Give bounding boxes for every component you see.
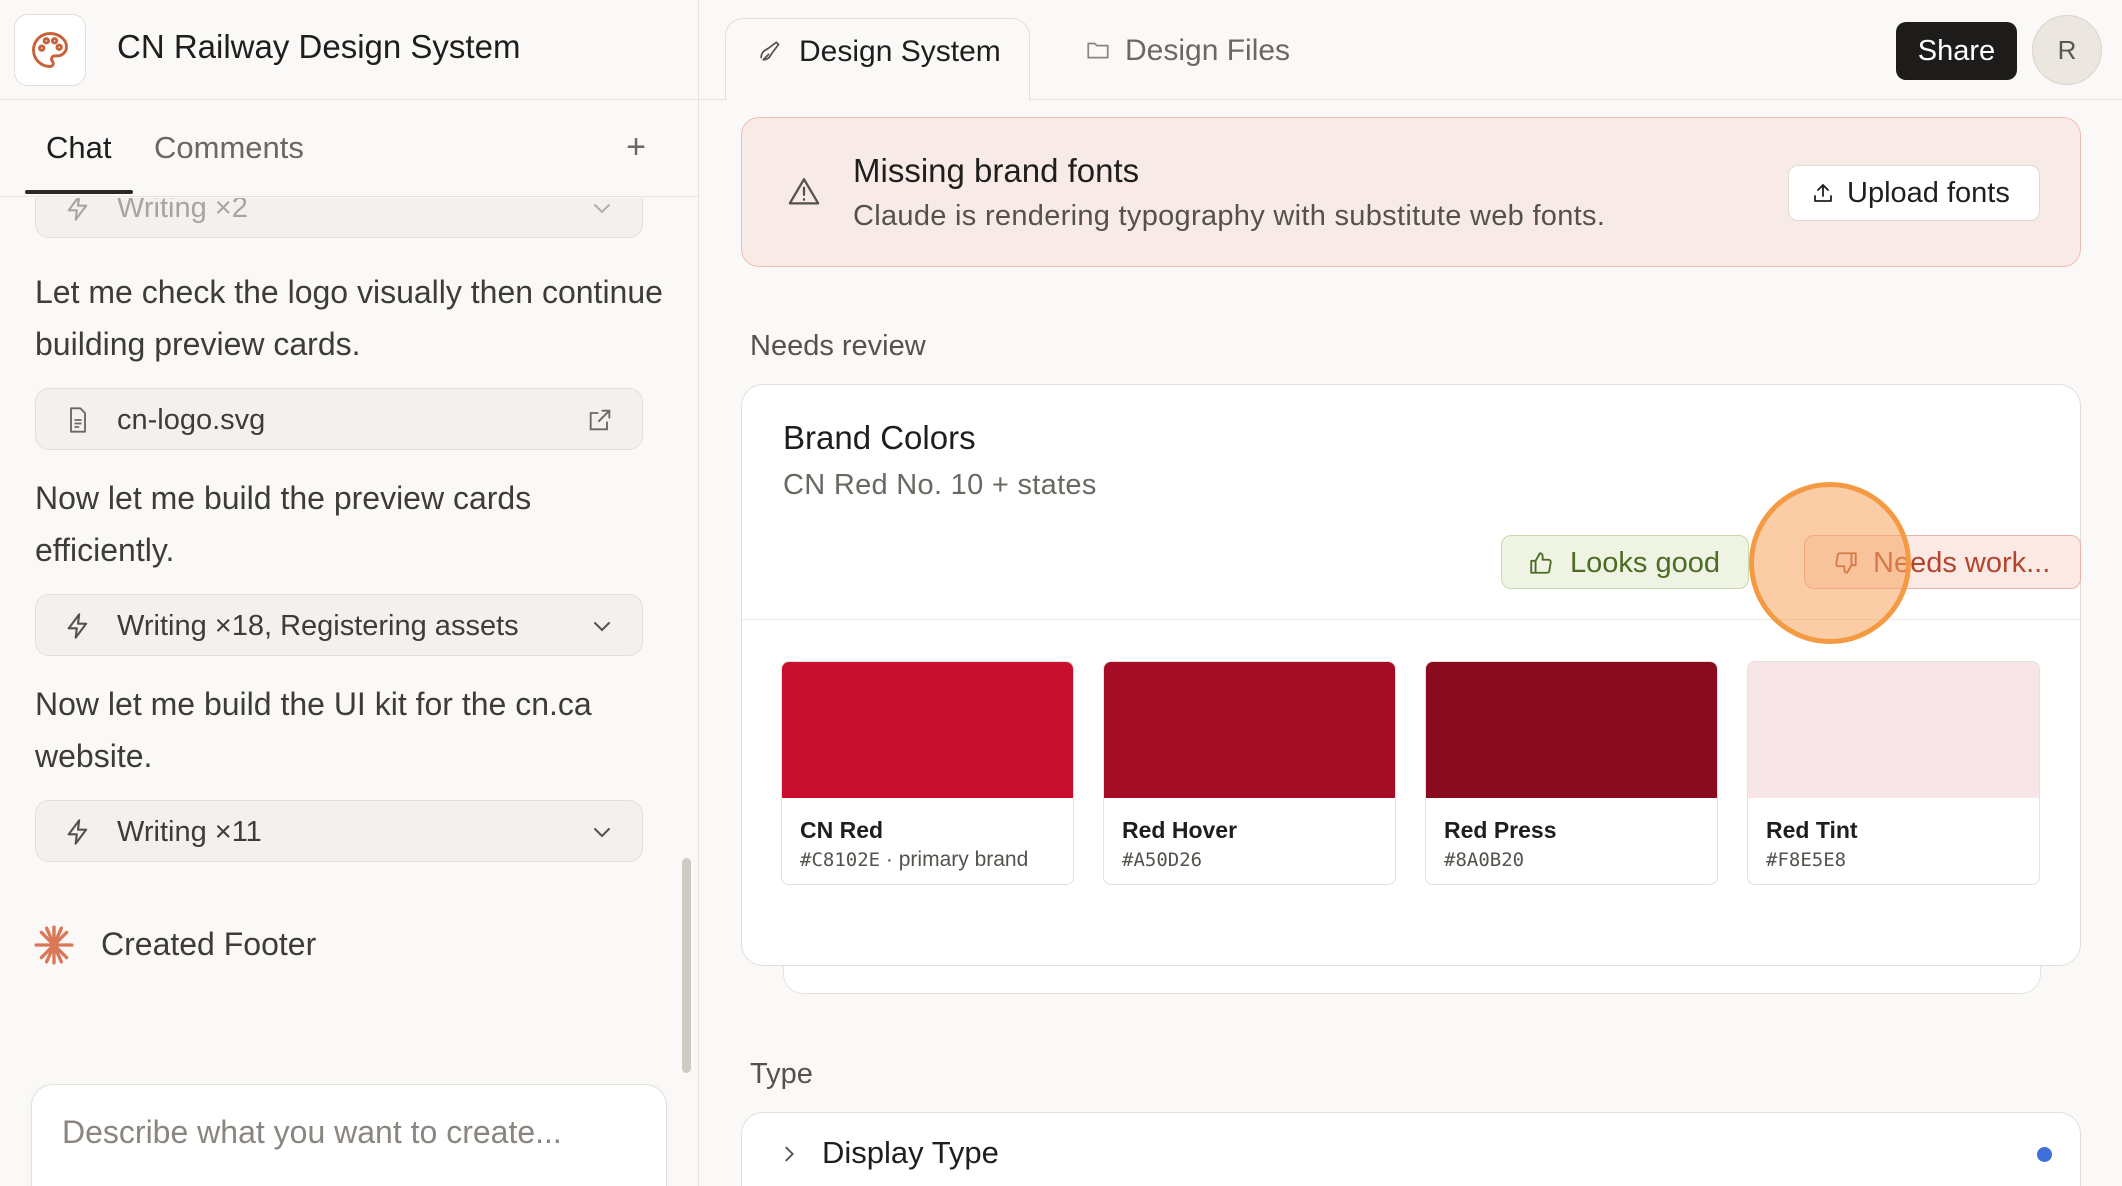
chevron-right-icon — [785, 1146, 794, 1162]
lightning-icon — [67, 613, 88, 639]
display-type-card[interactable]: Display Type — [741, 1112, 2081, 1186]
thumbs-up-icon — [1530, 552, 1552, 574]
alert-body: Claude is rendering typography with subs… — [853, 200, 1606, 232]
lightning-icon — [67, 198, 88, 221]
card-title: Brand Colors — [783, 419, 976, 456]
swatch-name: Red Press — [1444, 817, 1557, 843]
file-icon — [70, 407, 86, 433]
section-heading: Needs review — [750, 330, 926, 362]
pen-icon — [760, 41, 780, 61]
color-swatch[interactable]: Red Hover #A50D26 — [1103, 661, 1396, 885]
tool-call-pill[interactable]: Writing ×11 — [35, 800, 643, 862]
tool-call-pill[interactable]: Writing ×18, Registering assets — [35, 594, 643, 656]
section-heading: Type — [750, 1058, 813, 1090]
assistant-message: Let me check the logo visually then cont… — [35, 274, 663, 362]
card-title: Display Type — [822, 1135, 999, 1170]
prompt-input[interactable] — [62, 1107, 642, 1157]
swatch-chip — [1426, 662, 1717, 798]
status-dot — [2037, 1147, 2052, 1162]
looks-good-label: Looks good — [1570, 547, 1720, 579]
design-panel: Design System Design Files Share R Missi… — [700, 0, 2122, 1186]
swatch-hex: #8A0B20 — [1444, 849, 1525, 871]
folder-icon — [1087, 42, 1109, 59]
palette-icon[interactable] — [14, 14, 86, 86]
swatch-hex: #C8102E · primary brand — [800, 848, 1029, 871]
tab-chat[interactable]: Chat — [46, 130, 111, 166]
chat-panel: CN Railway Design System Chat Comments +… — [0, 0, 699, 1186]
tab-comments[interactable]: Comments — [154, 130, 304, 166]
active-tab-indicator — [25, 190, 133, 194]
tab-design-files[interactable]: Design Files — [1052, 18, 1292, 101]
chat-scrollbar[interactable] — [682, 858, 691, 1073]
assistant-message: Now let me build the preview cards effic… — [35, 480, 532, 568]
tool-call-pill[interactable]: Writing ×2 — [35, 198, 643, 238]
warning-icon — [788, 178, 820, 205]
chat-transcript: Writing ×2 Let me check the logo visuall… — [0, 198, 698, 1186]
tool-call-label: Writing ×2 — [117, 198, 248, 224]
missing-fonts-alert: Missing brand fonts Claude is rendering … — [741, 117, 2081, 267]
project-title: CN Railway Design System — [117, 28, 521, 65]
sparkle-icon — [34, 925, 74, 965]
avatar[interactable]: R — [2032, 15, 2102, 85]
status-row: Created Footer — [33, 920, 533, 968]
click-highlight — [1749, 482, 1911, 644]
tab-label: Design Files — [1125, 34, 1291, 67]
project-header: CN Railway Design System — [0, 0, 698, 100]
upload-fonts-label: Upload fonts — [1847, 177, 2010, 209]
swatch-name: CN Red — [800, 817, 884, 843]
tab-label: Design System — [799, 35, 1001, 68]
file-attachment[interactable]: cn-logo.svg — [35, 388, 643, 450]
tool-call-label: Writing ×11 — [117, 816, 262, 848]
share-button[interactable]: Share — [1896, 22, 2017, 80]
swatch-name: Red Hover — [1122, 817, 1238, 843]
external-link-icon[interactable] — [586, 406, 614, 434]
swatch-chip — [1748, 662, 2039, 798]
tab-design-system[interactable]: Design System — [725, 18, 1030, 101]
top-bar: Design System Design Files Share R — [700, 0, 2122, 101]
upload-fonts-button[interactable]: Upload fonts — [1788, 165, 2040, 221]
chevron-down-icon — [594, 204, 610, 214]
alert-title: Missing brand fonts — [853, 152, 1140, 189]
chevron-down-icon — [594, 828, 610, 838]
chat-tabs: Chat Comments + — [0, 100, 698, 197]
assistant-message: Now let me build the UI kit for the cn.c… — [35, 686, 592, 774]
swatch-chip — [1104, 662, 1395, 798]
swatch-name: Red Tint — [1766, 817, 1858, 843]
card-subtitle: CN Red No. 10 + states — [783, 469, 1097, 501]
upload-icon — [1814, 184, 1832, 202]
color-swatch[interactable]: CN Red #C8102E · primary brand — [781, 661, 1074, 885]
color-swatch[interactable]: Red Tint #F8E5E8 — [1747, 661, 2040, 885]
chevron-down-icon — [594, 622, 610, 632]
file-name: cn-logo.svg — [117, 404, 266, 436]
brand-colors-card: Brand Colors CN Red No. 10 + states Look… — [741, 384, 2081, 966]
swatch-chip — [782, 662, 1073, 798]
add-tab-button[interactable]: + — [620, 128, 652, 166]
status-label: Created Footer — [101, 926, 317, 962]
color-swatch[interactable]: Red Press #8A0B20 — [1425, 661, 1718, 885]
composer[interactable] — [31, 1084, 667, 1186]
lightning-icon — [67, 819, 88, 845]
swatch-hex: #F8E5E8 — [1766, 849, 1847, 871]
looks-good-button[interactable]: Looks good — [1501, 535, 1749, 589]
tool-call-label: Writing ×18, Registering assets — [117, 610, 519, 642]
swatch-hex: #A50D26 — [1122, 849, 1203, 871]
